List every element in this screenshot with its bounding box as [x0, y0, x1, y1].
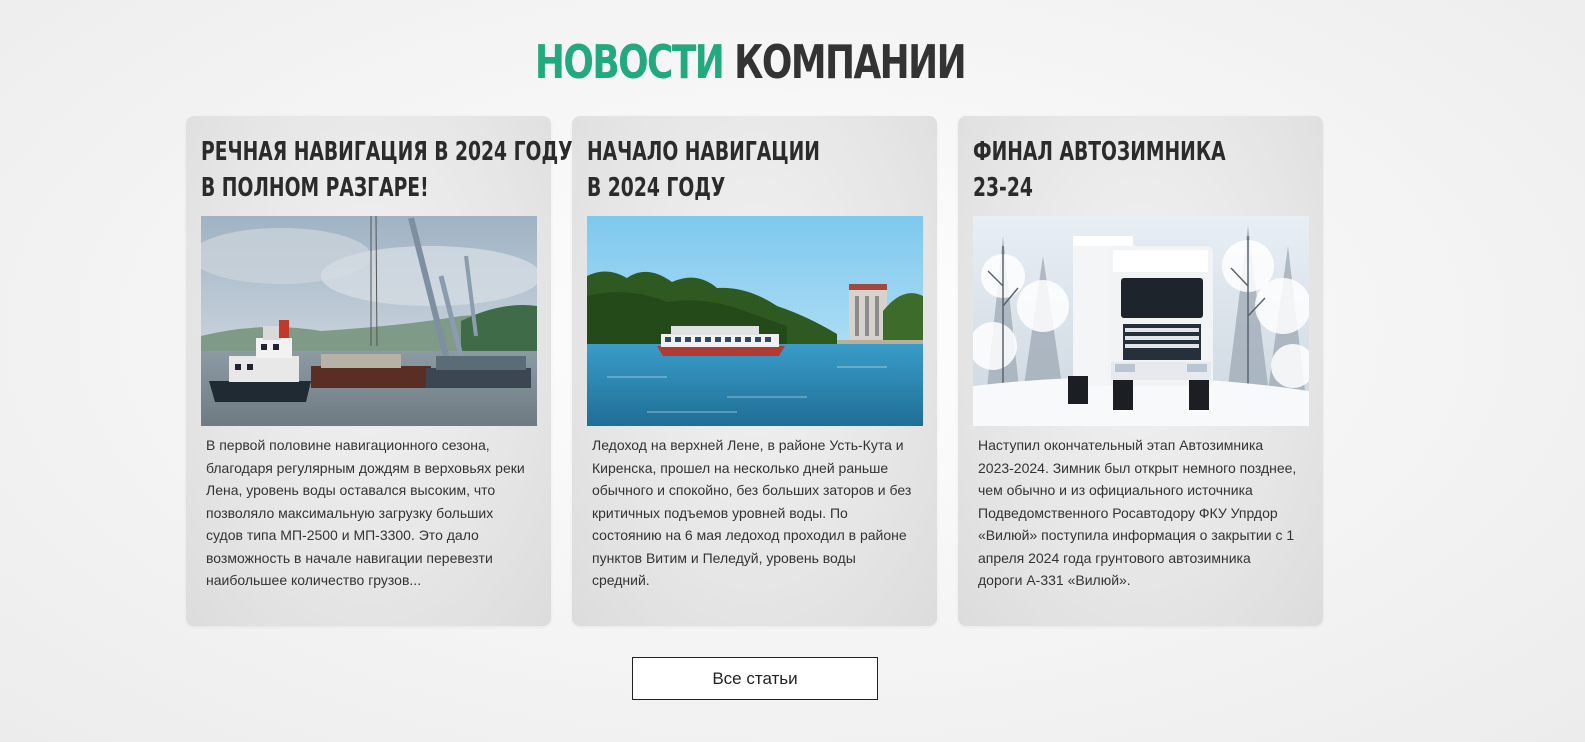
news-card-title-line: РЕЧНАЯ НАВИГАЦИЯ В 2024 ГОДУ	[201, 137, 573, 167]
section-title-accent: НОВОСТИ	[534, 35, 725, 89]
news-card-text: Ледоход на верхней Лене, в районе Усть-К…	[592, 437, 912, 588]
news-card-text: Наступил окончательный этап Автозимника …	[978, 437, 1297, 588]
river-passenger-ship-illustration	[587, 216, 923, 426]
news-card-text: В первой половине навигационного сезона,…	[206, 437, 525, 588]
snow-truck-winter-road-photo[interactable]	[973, 216, 1309, 426]
news-page: НОВОСТИ КОМПАНИИ РЕЧНАЯ НАВИГАЦИЯ В 2024…	[0, 0, 1585, 742]
section-title-rest: КОМПАНИИ	[734, 35, 967, 89]
snow-truck-illustration	[973, 216, 1309, 426]
river-passenger-ship-photo[interactable]	[587, 216, 923, 426]
all-articles-button[interactable]: Все статьи	[632, 657, 878, 700]
news-card-navigation-start[interactable]: НАЧАЛО НАВИГАЦИИ В 2024 ГОДУ Ледоход на …	[572, 116, 937, 626]
river-barge-crane-photo[interactable]	[201, 216, 537, 426]
news-card-title-line: ФИНАЛ АВТОЗИМНИКА	[973, 137, 1226, 167]
news-card-title-line: НАЧАЛО НАВИГАЦИИ	[587, 137, 820, 167]
news-card-title-line: В 2024 ГОДУ	[587, 173, 726, 203]
news-card-title[interactable]: РЕЧНАЯ НАВИГАЦИЯ В 2024 ГОДУ В ПОЛНОМ РА…	[201, 134, 573, 206]
news-card-river-navigation[interactable]: РЕЧНАЯ НАВИГАЦИЯ В 2024 ГОДУ В ПОЛНОМ РА…	[186, 116, 573, 626]
news-card-title[interactable]: ФИНАЛ АВТОЗИМНИКА 23-24	[973, 134, 1232, 206]
news-card-winter-road[interactable]: ФИНАЛ АВТОЗИМНИКА 23-24 Наступил окончат…	[958, 116, 1323, 626]
news-card-title-line: 23-24	[973, 173, 1033, 203]
news-cards: РЕЧНАЯ НАВИГАЦИЯ В 2024 ГОДУ В ПОЛНОМ РА…	[186, 116, 1326, 626]
news-card-title-line: В ПОЛНОМ РАЗГАРЕ!	[201, 173, 429, 203]
section-title: НОВОСТИ КОМПАНИИ	[165, 30, 1335, 94]
river-barge-crane-illustration	[201, 216, 537, 426]
news-card-title[interactable]: НАЧАЛО НАВИГАЦИИ В 2024 ГОДУ	[587, 134, 846, 206]
